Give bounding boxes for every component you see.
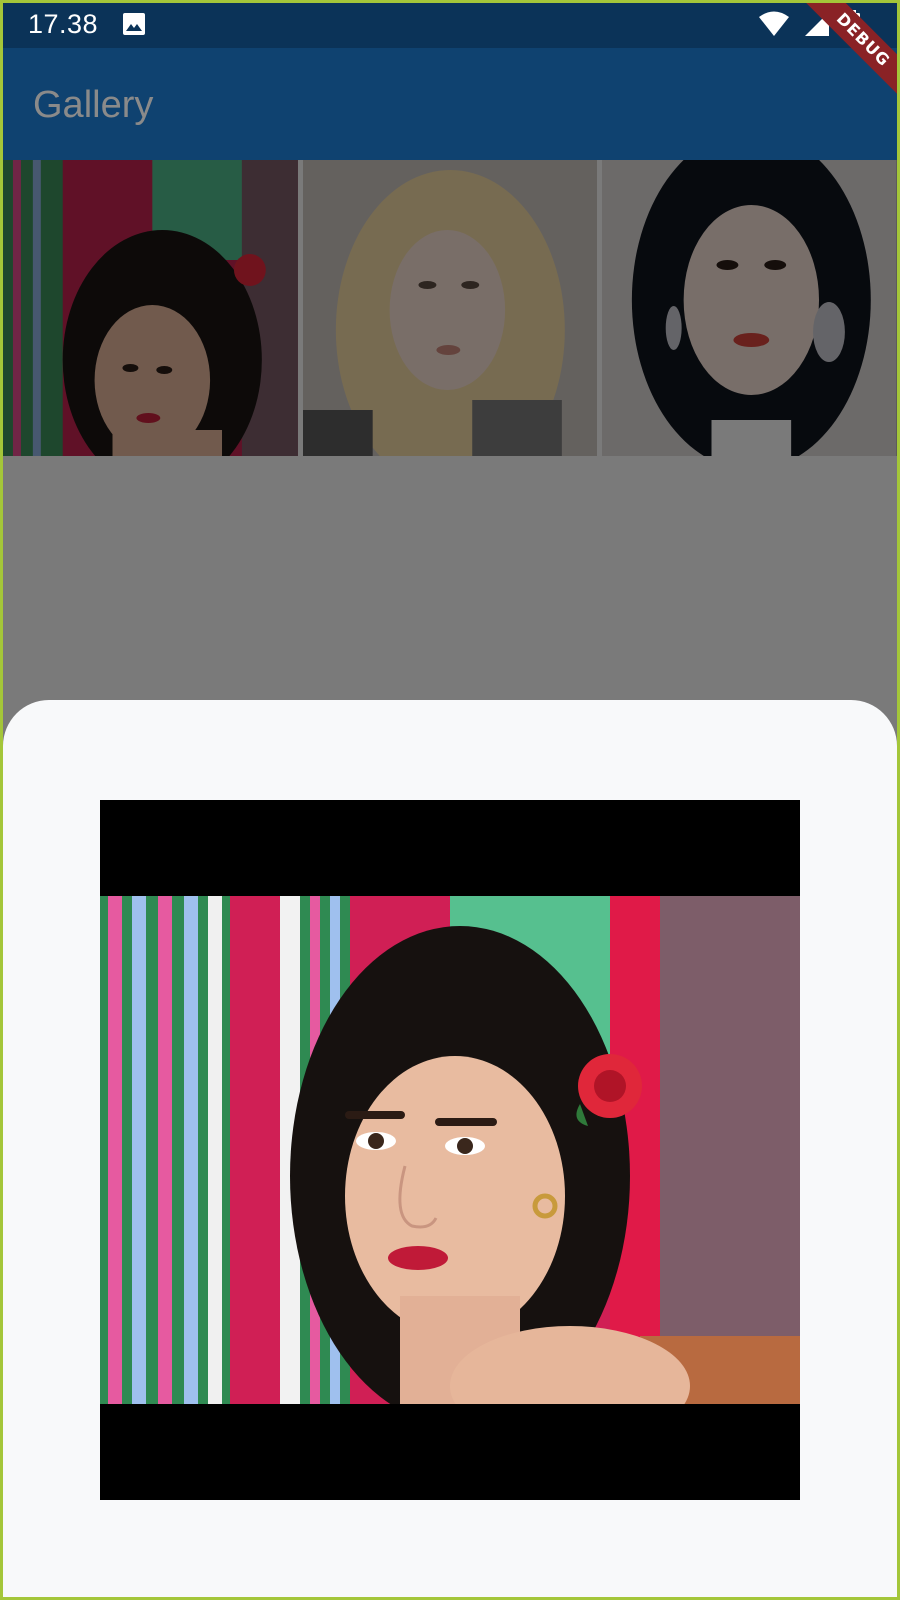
preview-image [100,896,800,1404]
photo-preview[interactable] [100,800,800,1500]
debug-banner-label: DEBUG [792,0,900,111]
status-bar: 17.38 [0,0,900,48]
page-title: Gallery [33,84,154,126]
gallery-thumbnail-3[interactable] [602,160,898,456]
photo-1-large-image [100,896,800,1404]
gallery-thumbnail-1[interactable] [3,160,298,456]
image-icon [123,13,146,35]
gallery-grid [3,160,898,456]
gallery-thumbnail-2[interactable] [302,160,598,456]
status-time: 17.38 [28,8,99,39]
debug-banner: DEBUG [780,0,900,120]
app-bar: Gallery [0,48,900,160]
bottom-sheet [3,700,897,1600]
